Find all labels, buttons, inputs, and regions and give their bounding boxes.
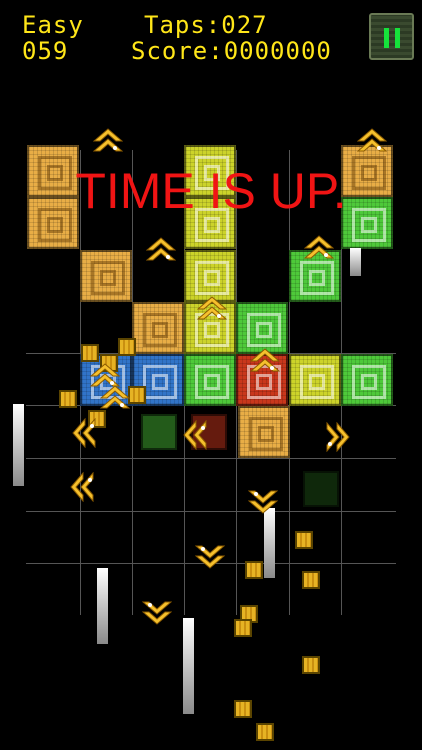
mini-block-icon [128,386,146,404]
mini-block-icon [118,338,136,356]
tile-yellow[interactable] [289,354,341,406]
tile-ring [152,322,168,338]
tile-ring [204,322,220,338]
tile-ring [100,270,116,286]
drop-streak [264,508,275,578]
tile-ring [309,374,325,390]
mini-block-icon [295,531,313,549]
tile-ring [204,270,220,286]
chevron-icon [93,128,123,152]
chevron-icon [100,385,130,409]
drop-streak [97,568,108,644]
tile-ring [256,374,272,390]
pause-button[interactable] [369,13,414,60]
chevron-icon [304,235,334,259]
pause-icon [395,28,400,48]
mini-block-icon [245,561,263,579]
tile-green[interactable] [341,354,393,406]
chevron-icon [197,296,227,320]
tile-ring [361,374,377,390]
chevron-icon [183,420,207,450]
tile-green[interactable] [184,354,236,406]
tile-ring [204,217,220,233]
game-screen: Easy 059 Taps:027 Score:0000000 TIME IS … [0,0,422,750]
mini-block-icon [302,571,320,589]
chevron-icon [70,472,94,502]
drop-streak [183,618,194,714]
ghost-tile [141,414,177,450]
chevron-icon [248,490,278,514]
tile-orange[interactable] [132,302,184,354]
tile-orange[interactable] [80,250,132,302]
tile-yellow[interactable] [184,250,236,302]
chevron-icon [72,418,96,448]
mini-block-icon [234,700,252,718]
pause-icon [384,28,389,48]
tile-ring [361,217,377,233]
mini-block-icon [59,390,77,408]
mini-block-icon [234,619,252,637]
chevron-icon [250,348,280,372]
grid-line [26,511,396,512]
chevron-icon [195,545,225,569]
mini-block-icon [302,656,320,674]
tile-ring [152,374,168,390]
drop-streak [350,248,361,276]
tile-orange[interactable] [238,406,290,458]
time-up-message: TIME IS UP. [75,163,347,219]
chevron-icon [326,422,350,452]
chevron-icon [142,601,172,625]
tile-ring [258,426,274,442]
tile-ring [309,270,325,286]
ghost-tile [303,471,339,507]
tile-ring [204,374,220,390]
grid-line [26,458,396,459]
difficulty-label: Easy [22,11,84,39]
tile-ring [256,322,272,338]
tile-green[interactable] [236,302,288,354]
mini-block-icon [256,723,274,741]
mini-block-icon [81,344,99,362]
drop-streak [13,404,24,486]
chevron-icon [357,128,387,152]
score-counter: Score:0000000 [131,37,332,65]
taps-counter: Taps:027 [144,11,268,39]
timer-value: 059 [22,37,69,65]
chevron-icon [146,237,176,261]
tile-ring [47,217,63,233]
